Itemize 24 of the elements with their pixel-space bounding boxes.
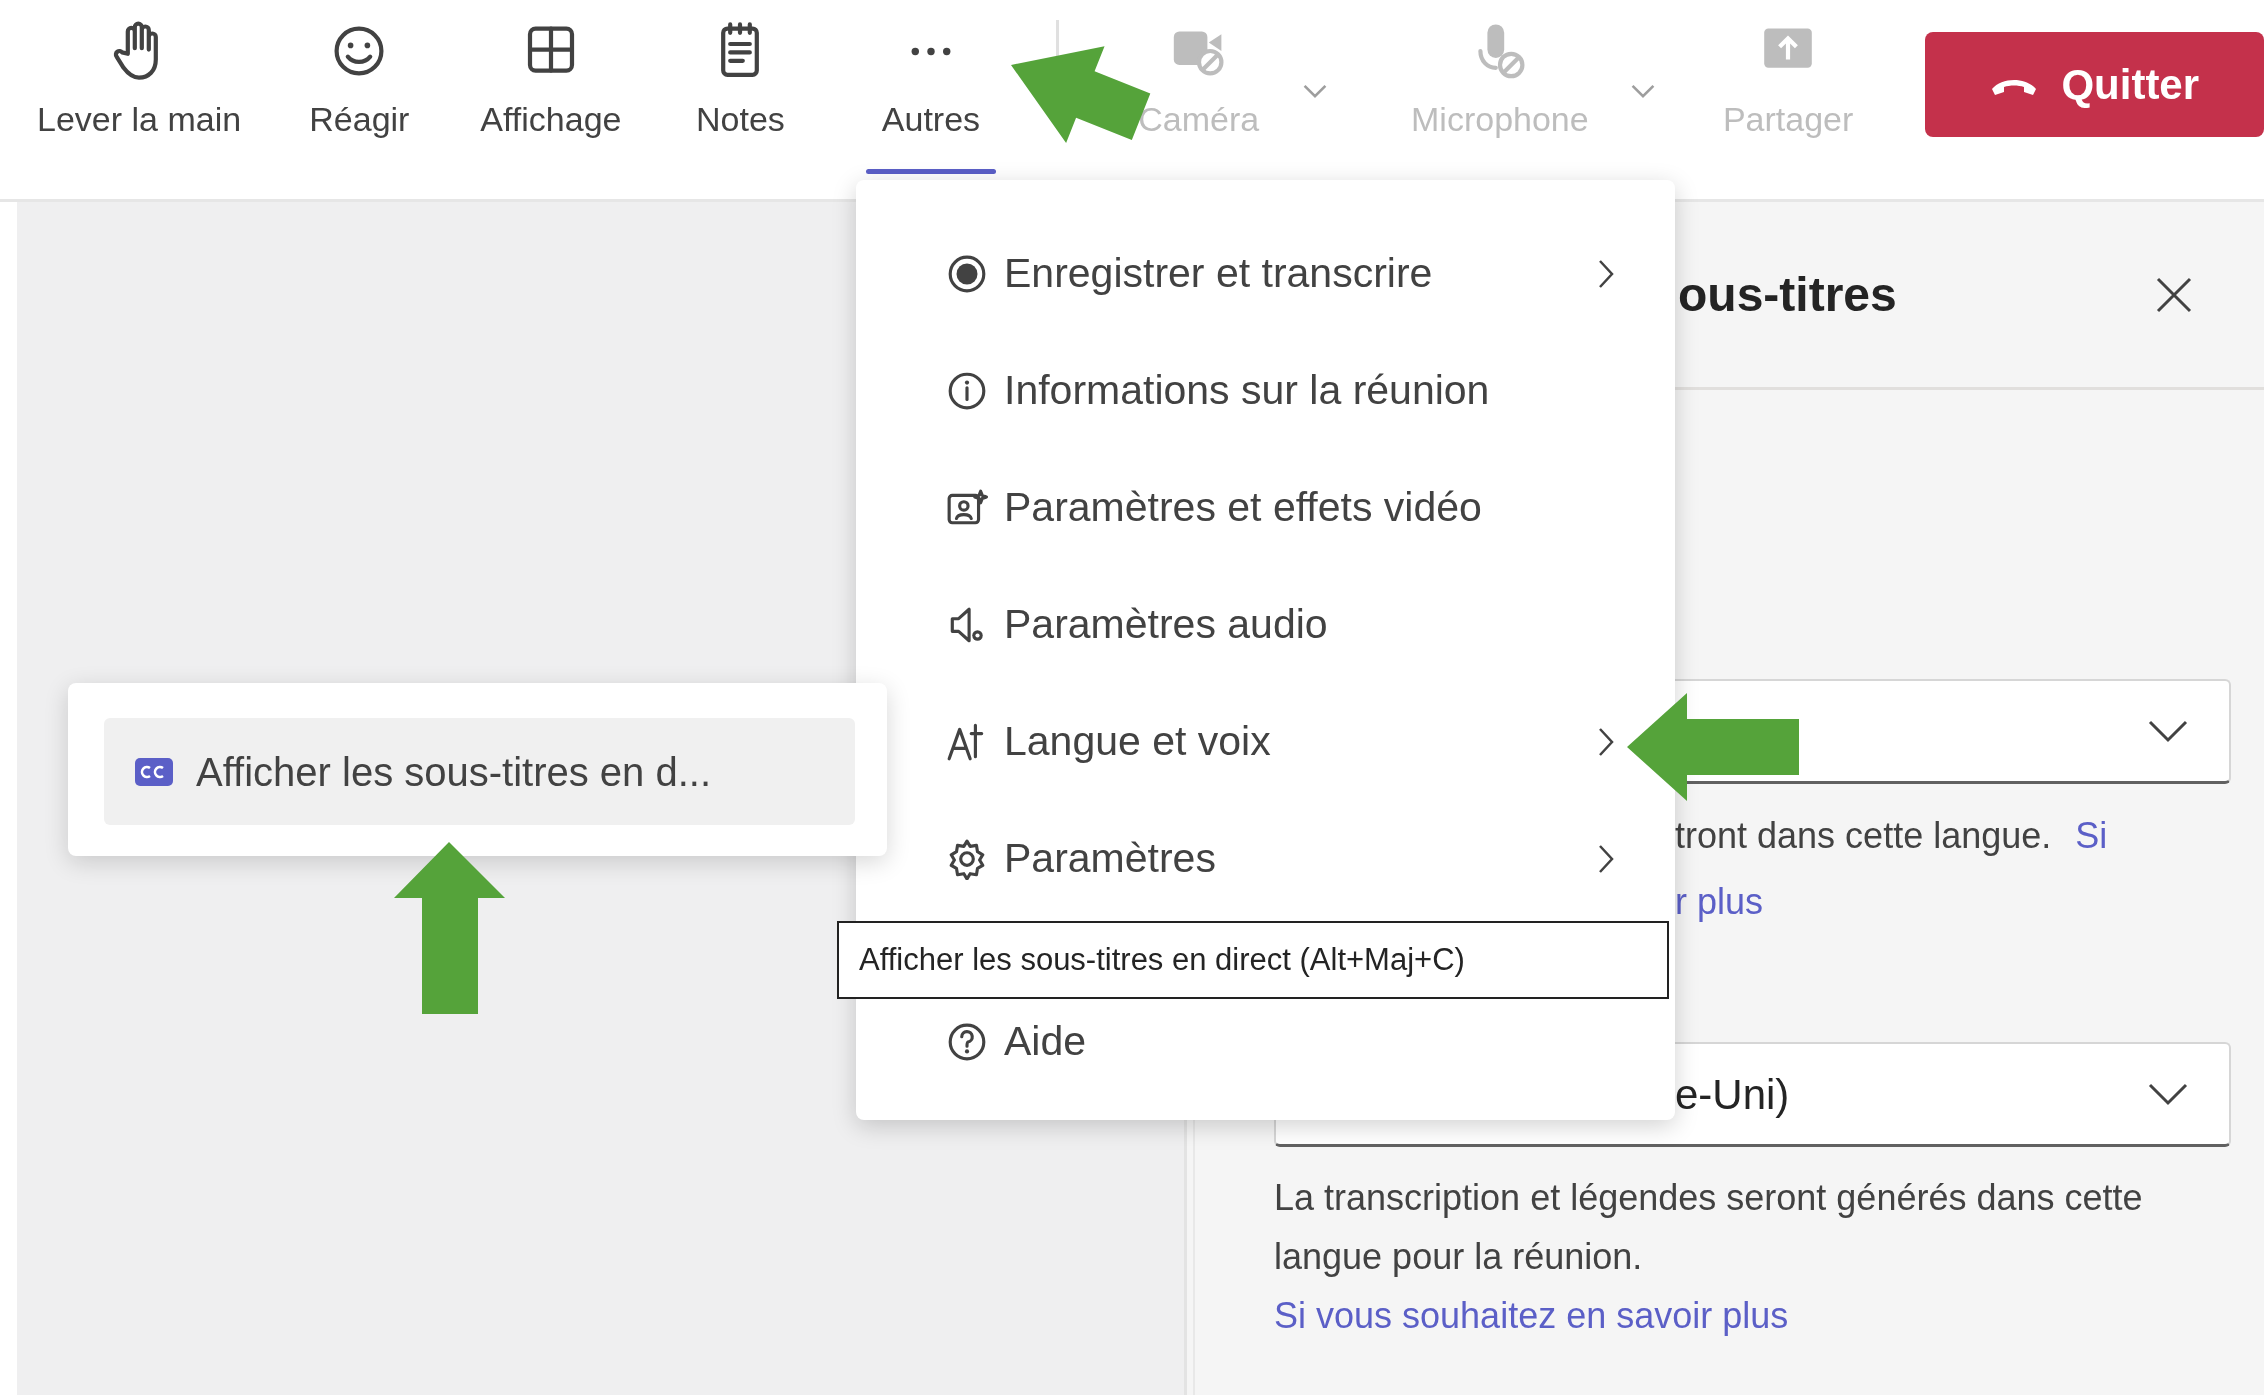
menu-item[interactable]: Paramètres xyxy=(890,800,1675,917)
menu-item[interactable]: Enregistrer et transcrire xyxy=(890,215,1675,332)
captions-icon xyxy=(134,756,174,787)
menu-item[interactable]: Paramètres audio xyxy=(890,566,1675,683)
toolbar-button[interactable]: Réagir xyxy=(258,0,461,180)
ellipsis-icon xyxy=(910,47,951,56)
learn-more-link[interactable]: Si vous souhaitez en savoir plus xyxy=(1274,1295,1789,1336)
toolbar-button[interactable]: Autres xyxy=(839,0,1023,180)
chevron-down-icon xyxy=(2147,719,2189,743)
submenu-item[interactable]: Afficher les sous-titres en d... xyxy=(104,718,855,825)
dropdown-value: e-Uni) xyxy=(1675,1069,1791,1120)
description-text: La transcription et légendes seront générés dans cette langue pour la réunion. Si vous souhaitez en savoir plus xyxy=(1274,1176,2144,1338)
learn-more-link[interactable]: Si xyxy=(2075,803,2108,869)
menu-item[interactable]: Informations sur la réunion xyxy=(890,332,1675,449)
chevron-down-icon xyxy=(2147,1082,2189,1106)
leave-button[interactable]: Quitter xyxy=(1924,32,2264,137)
toolbar-button[interactable]: Lever la main xyxy=(20,0,259,180)
hint-text: tront dans cette langue. xyxy=(1675,814,2052,858)
toolbar-button[interactable]: Affichage xyxy=(460,0,642,180)
panel-title: ous-titres xyxy=(1678,266,1898,323)
toolbar-button[interactable]: Notes xyxy=(641,0,840,180)
menu-item[interactable]: Paramètres et effets vidéo xyxy=(890,449,1675,566)
shortcut-tooltip: Afficher les sous-titres en direct (Alt+Maj+C) xyxy=(837,921,1669,999)
learn-more-link[interactable]: r plus xyxy=(1675,869,1764,935)
